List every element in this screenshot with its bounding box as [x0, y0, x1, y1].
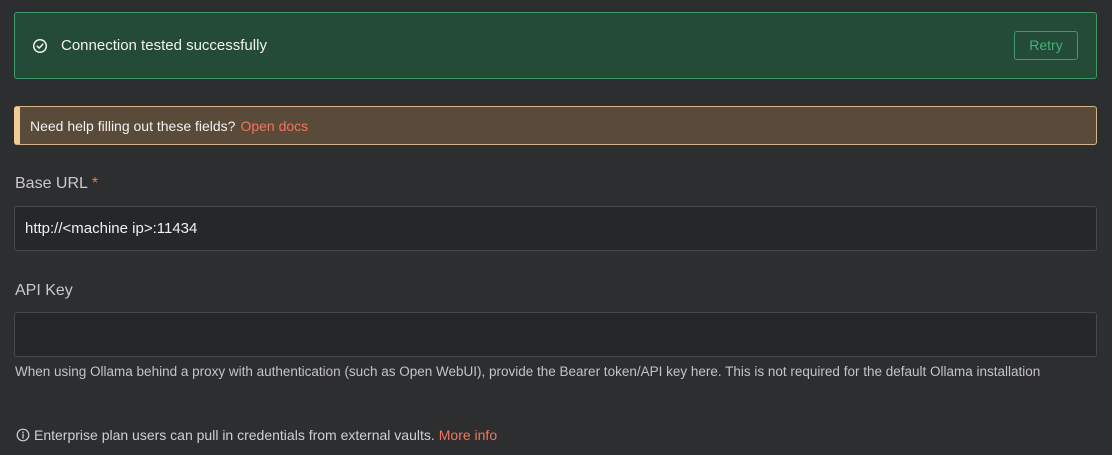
docs-callout-text: Need help filling out these fields? Open …: [30, 117, 308, 135]
more-info-link[interactable]: More info: [439, 427, 497, 443]
api-key-label: API Key: [15, 282, 73, 299]
docs-question: Need help filling out these fields?: [30, 118, 236, 134]
enterprise-note-text: Enterprise plan users can pull in creden…: [34, 427, 435, 443]
success-message: Connection tested successfully: [61, 37, 267, 54]
api-key-help-text: When using Ollama behind a proxy with au…: [15, 364, 1041, 379]
base-url-input[interactable]: [14, 206, 1097, 251]
enterprise-note: Enterprise plan users can pull in creden…: [16, 426, 497, 444]
check-circle-icon: [32, 38, 48, 54]
base-url-label: Base URL *: [15, 174, 98, 194]
open-docs-link[interactable]: Open docs: [240, 118, 308, 134]
base-url-label-text: Base URL: [15, 175, 88, 192]
info-icon: [16, 428, 30, 442]
connection-success-banner: Connection tested successfully Retry: [14, 12, 1097, 79]
credential-form: Connection tested successfully Retry Nee…: [0, 0, 1112, 455]
retry-button[interactable]: Retry: [1014, 31, 1078, 60]
api-key-input[interactable]: [14, 312, 1097, 357]
required-asterisk: *: [91, 175, 99, 192]
docs-callout: Need help filling out these fields? Open …: [14, 106, 1097, 145]
